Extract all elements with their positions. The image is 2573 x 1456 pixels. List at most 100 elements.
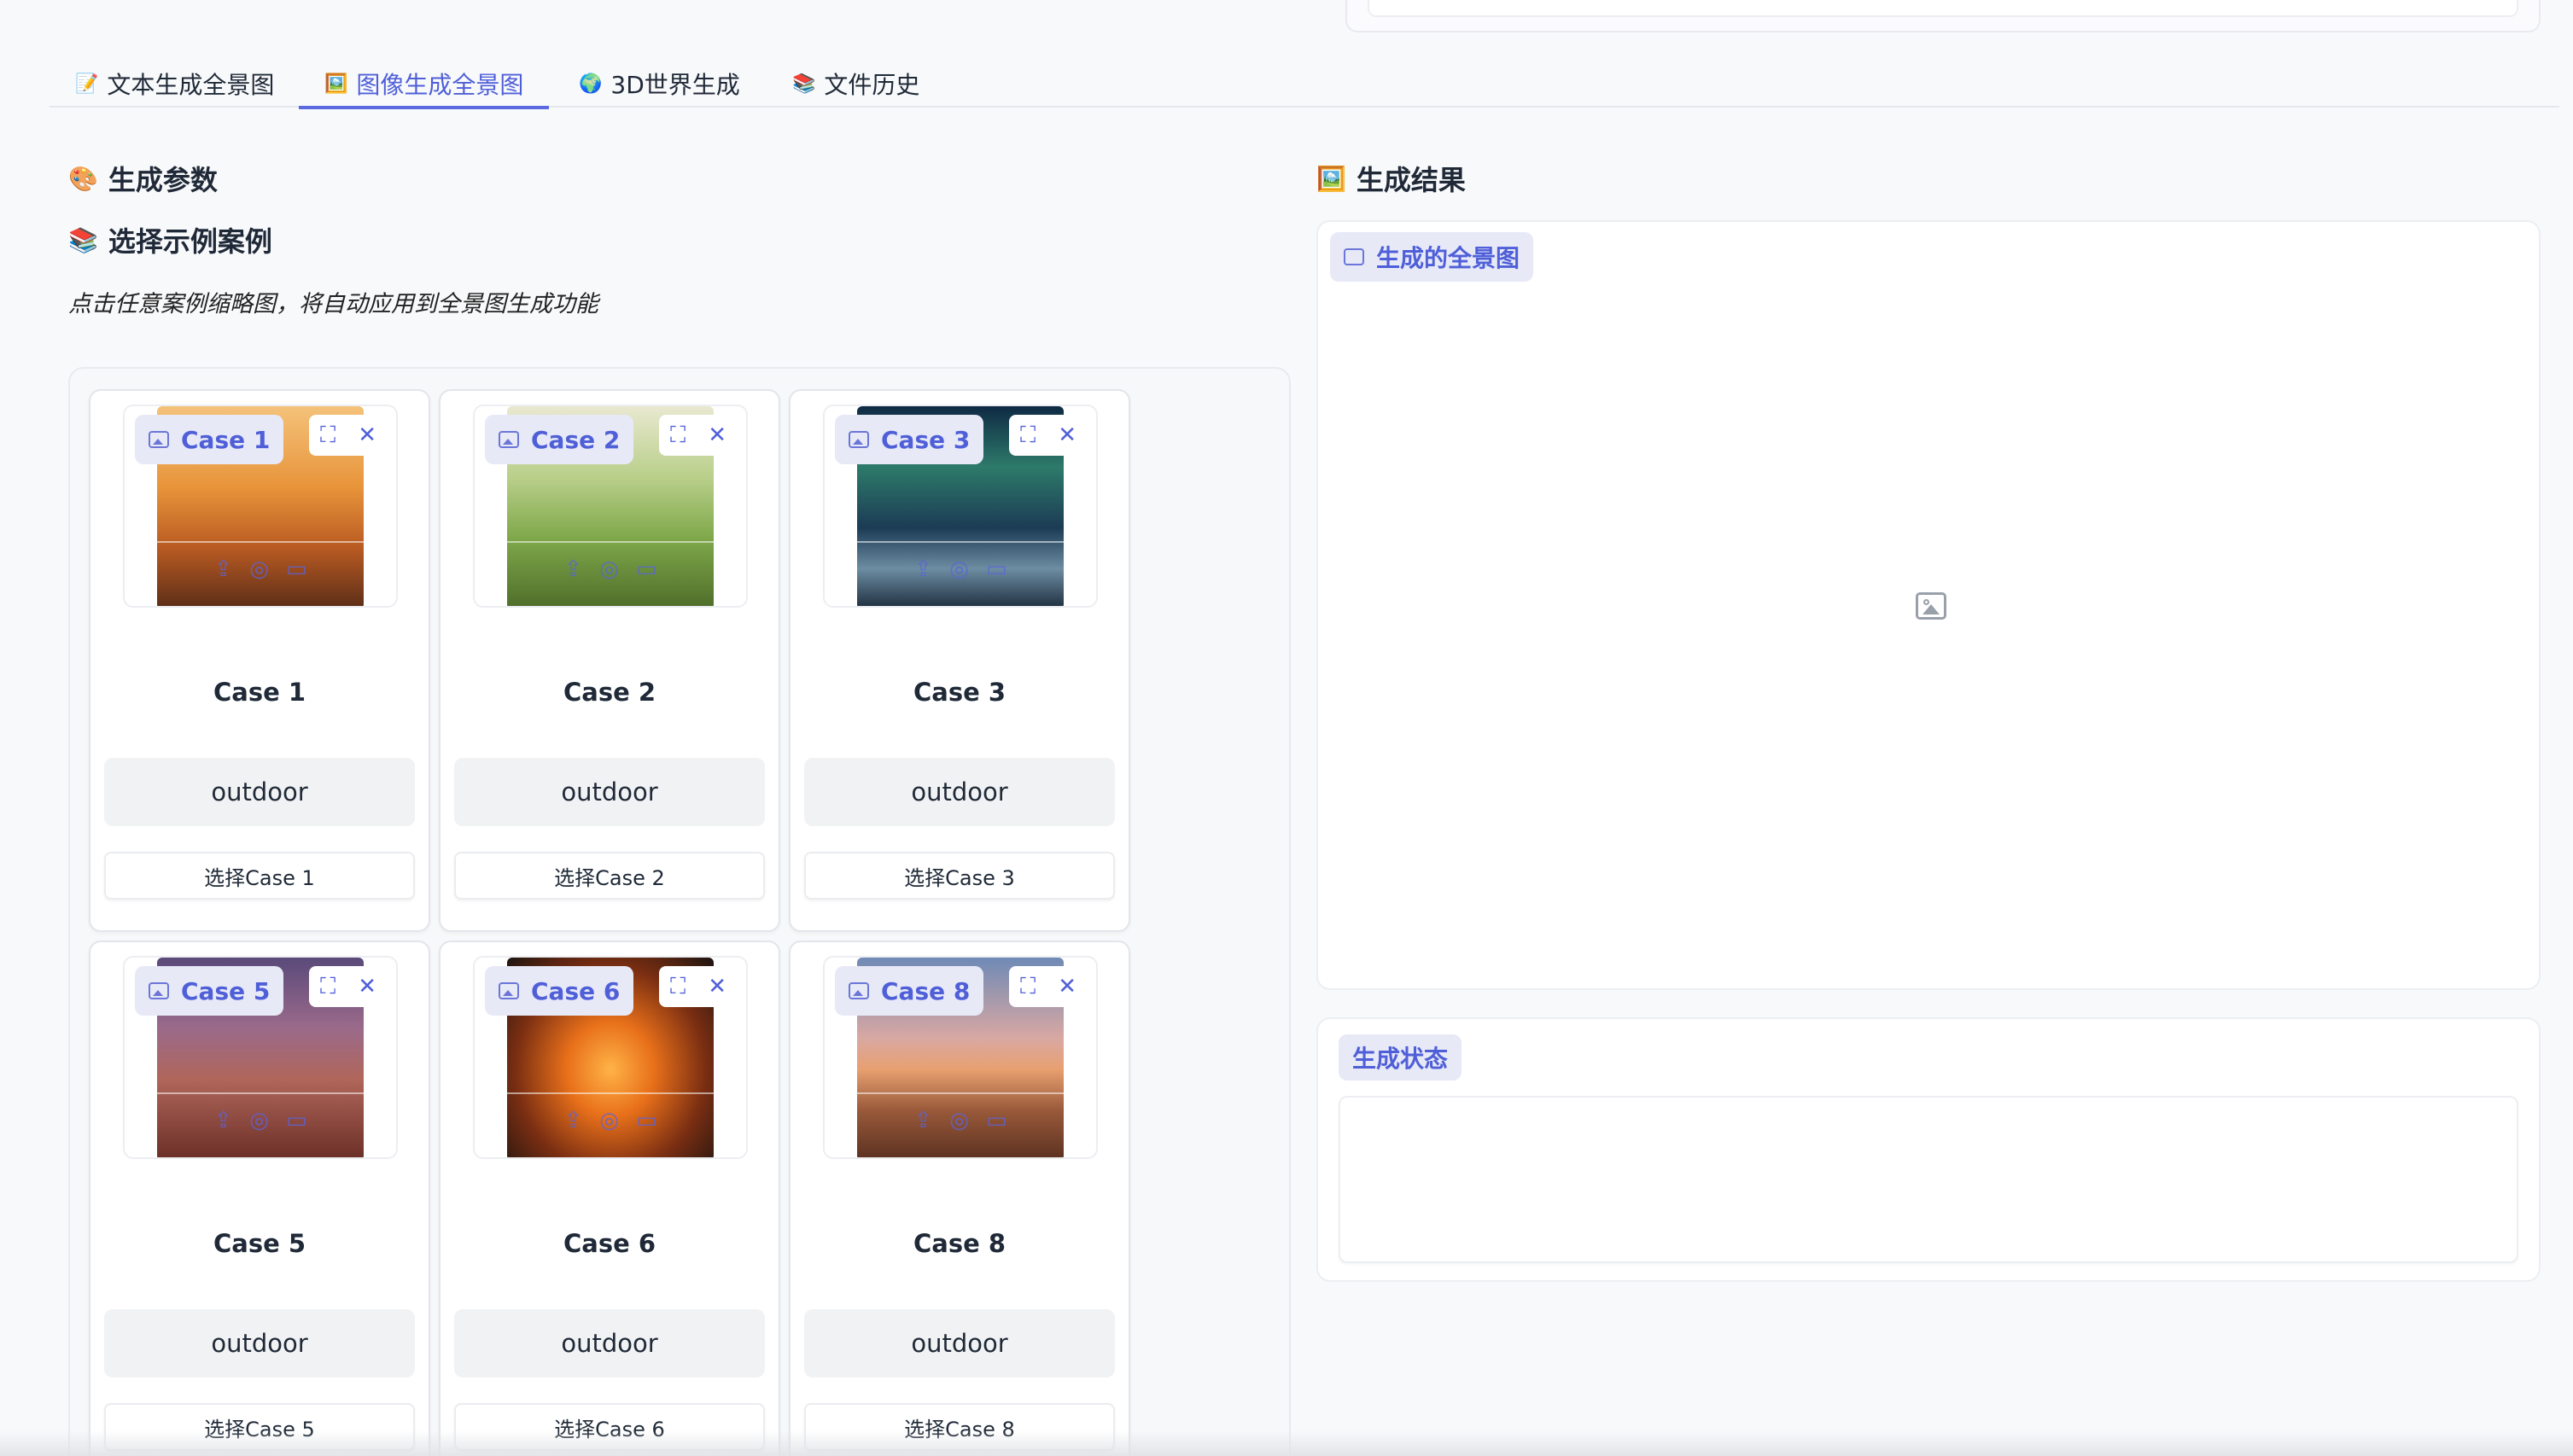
image-box[interactable]: Case 6 ⛶ ✕ ⇪ ◎ ▭	[473, 956, 748, 1159]
fullscreen-icon[interactable]: ⛶	[670, 422, 686, 449]
image-box[interactable]: Case 2 ⛶ ✕ ⇪ ◎ ▭	[473, 405, 748, 608]
image-box[interactable]: Case 1 ⛶ ✕ ⇪ ◎ ▭	[123, 405, 398, 608]
close-icon[interactable]: ✕	[708, 974, 726, 999]
close-icon[interactable]: ✕	[708, 422, 726, 448]
panorama-output: 生成的全景图	[1316, 220, 2541, 990]
tab-image-panorama[interactable]: 🖼️ 图像生成全景图	[298, 60, 550, 109]
divider	[475, 541, 746, 543]
card-tag: outdoor	[454, 758, 765, 826]
card-tag: outdoor	[454, 1309, 765, 1377]
memo-icon: 📝	[75, 73, 99, 95]
globe-icon: 🌍	[579, 73, 603, 95]
palette-icon: 🎨	[68, 164, 98, 193]
card-tag: outdoor	[104, 758, 415, 826]
examples-hint: 点击任意案例缩略图，将自动应用到全景图生成功能	[68, 291, 598, 317]
top-panel-inner	[1368, 0, 2518, 17]
params-heading: 🎨 生成参数	[68, 159, 218, 198]
close-icon[interactable]: ✕	[1058, 974, 1076, 999]
clipboard-icon[interactable]: ▭	[986, 556, 1007, 599]
clipboard-icon[interactable]: ▭	[286, 556, 307, 599]
image-placeholder-icon	[1916, 592, 1946, 620]
clipboard-icon[interactable]: ▭	[286, 1108, 307, 1150]
webcam-icon[interactable]: ◎	[949, 556, 969, 599]
upload-icon[interactable]: ⇪	[213, 556, 232, 599]
image-actions: ⇪ ◎ ▭	[825, 556, 1096, 599]
image-label: Case 1	[135, 415, 284, 464]
image-icon	[849, 431, 869, 448]
webcam-icon[interactable]: ◎	[599, 1108, 619, 1150]
image-actions: ⇪ ◎ ▭	[125, 556, 396, 599]
image-tools: ⛶ ✕	[309, 966, 388, 1007]
clipboard-icon[interactable]: ▭	[636, 1108, 657, 1150]
examples-heading: 📚 选择示例案例	[68, 220, 272, 259]
divider	[825, 1092, 1096, 1094]
image-label: Case 6	[485, 966, 634, 1016]
image-box[interactable]: Case 3 ⛶ ✕ ⇪ ◎ ▭	[823, 405, 1098, 608]
example-card-3[interactable]: Case 3 ⛶ ✕ ⇪ ◎ ▭ Case 3 outdoor 选择Case 3	[789, 389, 1130, 932]
bottom-fade	[0, 1430, 2573, 1456]
status-textbox[interactable]	[1339, 1096, 2518, 1263]
image-actions: ⇪ ◎ ▭	[125, 1108, 396, 1150]
image-label: Case 2	[485, 415, 634, 464]
upload-icon[interactable]: ⇪	[913, 556, 932, 599]
tab-label: 文件历史	[824, 71, 920, 99]
card-title: Case 3	[913, 678, 1006, 707]
image-label: Case 3	[835, 415, 984, 464]
image-icon	[149, 431, 169, 448]
select-case-button[interactable]: 选择Case 3	[804, 852, 1115, 900]
tab-file-history[interactable]: 📚 文件历史	[792, 60, 919, 108]
upload-icon[interactable]: ⇪	[563, 1108, 582, 1150]
image-label: Case 8	[835, 966, 984, 1016]
picture-icon: 🖼️	[1316, 164, 1346, 193]
fullscreen-icon[interactable]: ⛶	[1020, 422, 1036, 449]
fullscreen-icon[interactable]: ⛶	[320, 974, 335, 1000]
divider	[475, 1092, 746, 1094]
upload-icon[interactable]: ⇪	[563, 556, 582, 599]
fullscreen-icon[interactable]: ⛶	[670, 974, 686, 1000]
card-tag: outdoor	[104, 1309, 415, 1377]
webcam-icon[interactable]: ◎	[949, 1108, 969, 1150]
close-icon[interactable]: ✕	[1058, 422, 1076, 448]
divider	[125, 1092, 396, 1094]
example-card-1[interactable]: Case 1 ⛶ ✕ ⇪ ◎ ▭ Case 1 outdoor 选择Case 1	[89, 389, 430, 932]
tab-label: 文本生成全景图	[107, 71, 275, 99]
card-title: Case 6	[563, 1229, 656, 1258]
books-icon: 📚	[68, 225, 98, 254]
select-case-button[interactable]: 选择Case 2	[454, 852, 765, 900]
tab-text-panorama[interactable]: 📝 文本生成全景图	[75, 60, 274, 108]
upload-icon[interactable]: ⇪	[913, 1108, 932, 1150]
clipboard-icon[interactable]: ▭	[636, 556, 657, 599]
close-icon[interactable]: ✕	[358, 422, 376, 448]
select-case-button[interactable]: 选择Case 1	[104, 852, 415, 900]
upload-icon[interactable]: ⇪	[213, 1108, 232, 1150]
top-panel-edge	[1345, 0, 2541, 32]
example-card-6[interactable]: Case 6 ⛶ ✕ ⇪ ◎ ▭ Case 6 outdoor 选择Case 6	[439, 941, 780, 1456]
fullscreen-icon[interactable]: ⛶	[1020, 974, 1036, 1000]
example-card-2[interactable]: Case 2 ⛶ ✕ ⇪ ◎ ▭ Case 2 outdoor 选择Case 2	[439, 389, 780, 932]
example-card-5[interactable]: Case 5 ⛶ ✕ ⇪ ◎ ▭ Case 5 outdoor 选择Case 5	[89, 941, 430, 1456]
webcam-icon[interactable]: ◎	[599, 556, 619, 599]
tab-3d-world[interactable]: 🌍 3D世界生成	[579, 60, 740, 108]
example-card-8[interactable]: Case 8 ⛶ ✕ ⇪ ◎ ▭ Case 8 outdoor 选择Case 8	[789, 941, 1130, 1456]
status-label: 生成状态	[1339, 1034, 1462, 1080]
image-icon	[149, 982, 169, 999]
card-tag: outdoor	[804, 758, 1115, 826]
card-title: Case 1	[213, 678, 306, 707]
tab-label: 图像生成全景图	[356, 71, 524, 99]
image-icon	[849, 982, 869, 999]
card-title: Case 5	[213, 1229, 306, 1258]
fullscreen-icon[interactable]: ⛶	[320, 422, 335, 449]
result-heading: 🖼️ 生成结果	[1316, 159, 1466, 198]
image-box[interactable]: Case 8 ⛶ ✕ ⇪ ◎ ▭	[823, 956, 1098, 1159]
image-box[interactable]: Case 5 ⛶ ✕ ⇪ ◎ ▭	[123, 956, 398, 1159]
image-icon	[499, 982, 519, 999]
image-icon	[1344, 248, 1364, 265]
clipboard-icon[interactable]: ▭	[986, 1108, 1007, 1150]
webcam-icon[interactable]: ◎	[249, 556, 269, 599]
image-tools: ⛶ ✕	[309, 415, 388, 456]
picture-icon: 🖼️	[324, 73, 348, 95]
params-title: 生成参数	[108, 164, 218, 196]
webcam-icon[interactable]: ◎	[249, 1108, 269, 1150]
divider	[125, 541, 396, 543]
close-icon[interactable]: ✕	[358, 974, 376, 999]
